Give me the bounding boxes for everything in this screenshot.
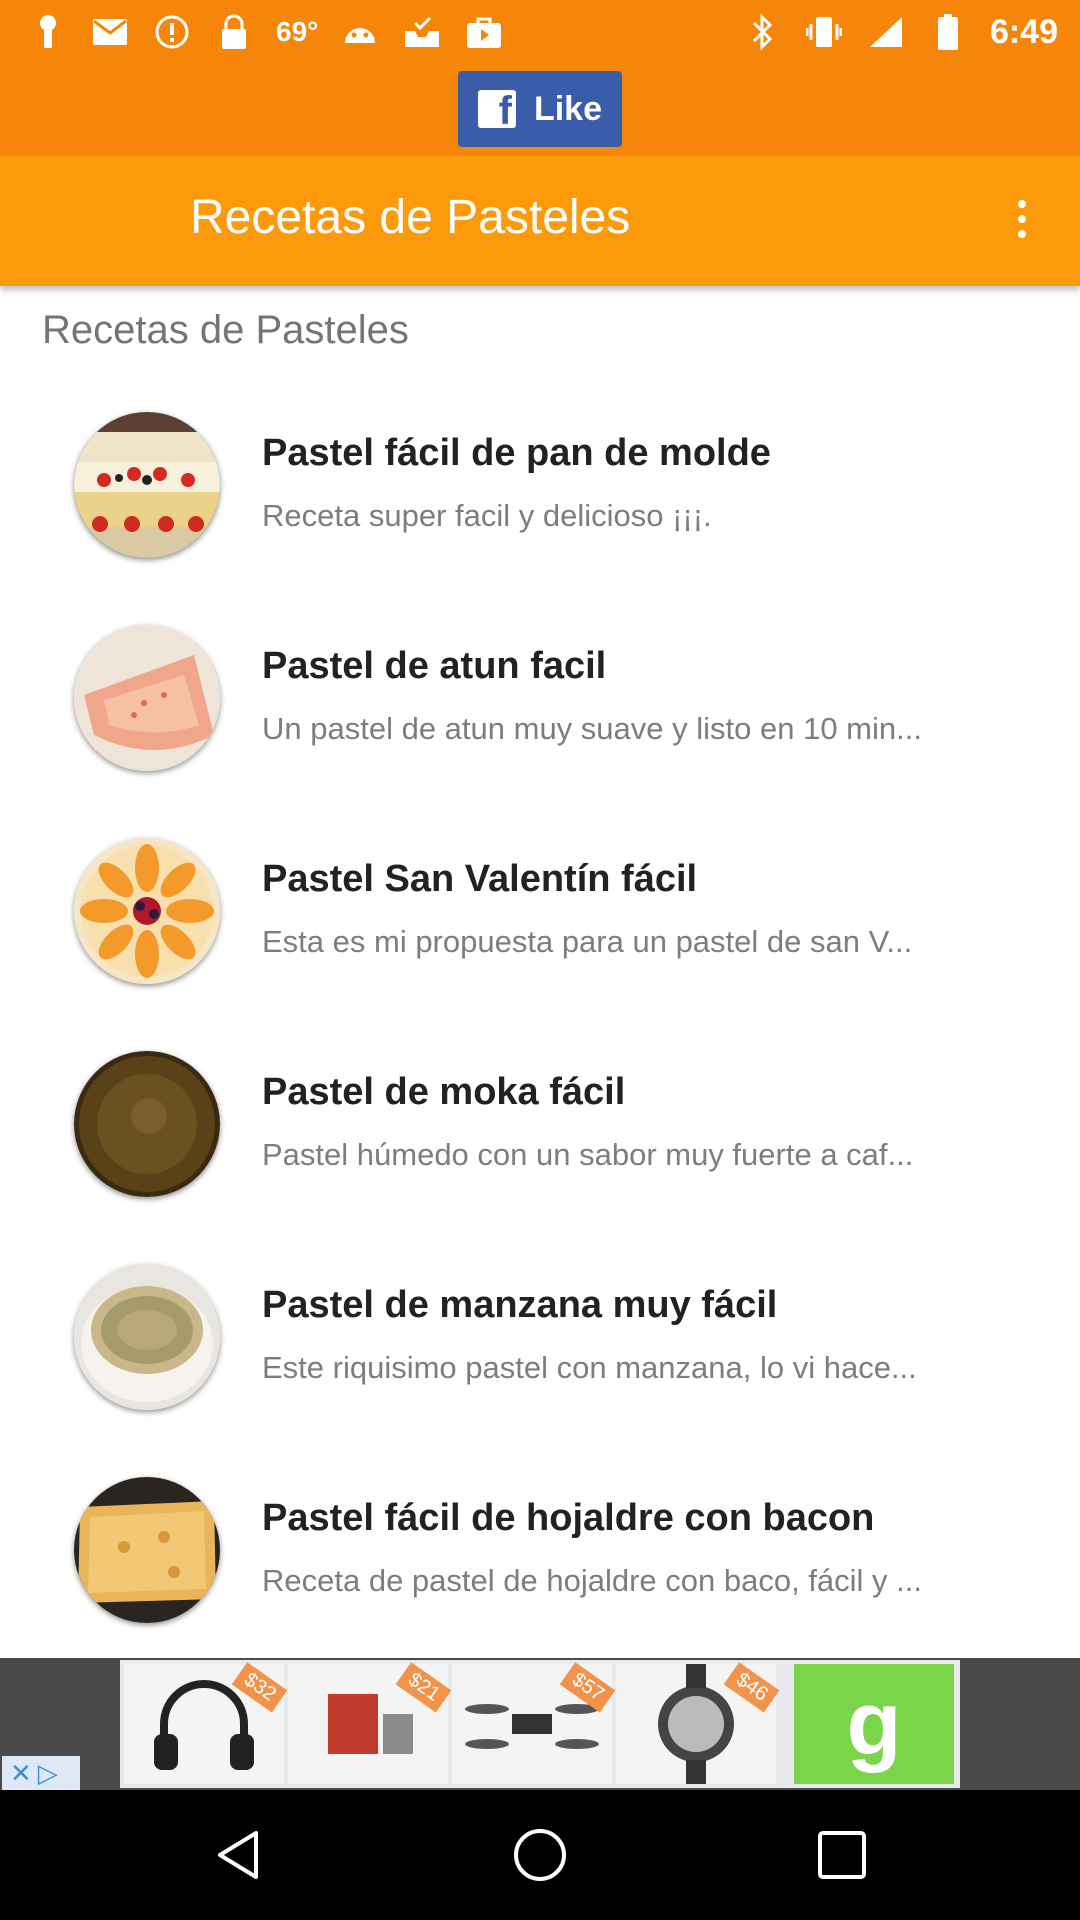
status-system: 6:49 [742,10,1058,54]
home-button[interactable] [510,1825,570,1885]
app-toolbar: Recetas de Pasteles [0,156,1080,286]
recipe-title: Pastel de manzana muy fácil [262,1284,778,1326]
recipe-title: Pastel fácil de hojaldre con bacon [262,1497,875,1539]
battery-icon [928,12,968,52]
list-item[interactable]: Pastel de moka fácil Pastel húmedo con u… [0,1019,1080,1232]
vibrate-icon [804,12,844,52]
alert-icon [152,12,192,52]
inbox-check-icon [402,12,442,52]
recipe-list: Pastel fácil de pan de molde Receta supe… [0,380,1080,1658]
shopping-bag-icon [464,12,504,52]
recipe-title: Pastel San Valentín fácil [262,858,698,900]
more-vert-icon [1018,200,1026,208]
recipe-title: Pastel de moka fácil [262,1071,626,1113]
lock-icon [214,12,254,52]
navigation-bar [0,1790,1080,1920]
close-icon: ✕ [10,1757,32,1788]
ad-product-headphones: $32 [124,1662,288,1784]
list-item[interactable]: Pastel de manzana muy fácil Este riquisi… [0,1232,1080,1445]
recipe-thumbnail [74,1477,220,1623]
app-title: Recetas de Pasteles [190,191,631,244]
bluetooth-icon [742,12,782,52]
section-title: Recetas de Pasteles [42,308,409,352]
recipe-title: Pastel fácil de pan de molde [262,432,771,474]
clock-text: 6:49 [989,12,1058,51]
recipe-title: Pastel de atun facil [262,645,607,687]
recents-button[interactable] [812,1825,872,1885]
status-bar: 69° 6:49 [0,0,1080,64]
temperature-text: 69° [276,16,319,47]
recents-icon [818,1831,866,1879]
mail-icon [90,12,130,52]
recipe-description: Esta es mi propuesta para un pastel de s… [262,924,913,959]
ad-product-drone: $57 [452,1662,616,1784]
ad-image[interactable]: $32 $21 $57 $46 g [120,1660,960,1788]
recipe-description: Receta super facil y delicioso ¡¡¡. [262,498,712,533]
status-notifications: 69° [28,10,504,54]
back-icon [218,1831,258,1879]
recipe-description: Un pastel de atun muy suave y listo en 1… [262,711,922,746]
keyhole-icon [28,12,68,52]
ad-close-button[interactable]: ✕ ▷ [2,1756,80,1790]
recipe-thumbnail [74,1264,220,1410]
more-vert-dot [1018,215,1026,223]
recipe-thumbnail [74,625,220,771]
list-item[interactable]: Pastel fácil de hojaldre con bacon Recet… [0,1445,1080,1658]
facebook-icon: f [477,90,516,131]
facebook-like-label: Like [533,89,603,128]
home-icon [514,1829,566,1881]
recipe-description: Receta de pastel de hojaldre con baco, f… [262,1563,923,1598]
back-button[interactable] [208,1825,268,1885]
recipe-thumbnail [74,1051,220,1197]
adchoices-icon: ▷ [37,1757,58,1788]
facebook-like-button[interactable]: f Like [458,71,622,147]
facebook-like-strip: f Like [0,64,1080,156]
ad-product-kitchen: $21 [288,1662,452,1784]
ad-product-watch: $46 [616,1662,780,1784]
ad-banner[interactable]: $32 $21 $57 $46 g ✕ ▷ [0,1658,1080,1790]
more-vert-dot [1018,230,1026,238]
recipe-thumbnail [74,838,220,984]
android-icon [340,12,380,52]
recipe-thumbnail [74,412,220,558]
overflow-menu-button[interactable] [1004,194,1040,244]
recipe-description: Pastel húmedo con un sabor muy fuerte a … [262,1137,914,1172]
ad-cta-button[interactable]: g [794,1664,954,1784]
recipe-description: Este riquisimo pastel con manzana, lo vi… [262,1350,917,1385]
signal-icon [866,12,906,52]
list-item[interactable]: Pastel San Valentín fácil Esta es mi pro… [0,806,1080,1019]
list-item[interactable]: Pastel de atun facil Un pastel de atun m… [0,593,1080,806]
list-item[interactable]: Pastel fácil de pan de molde Receta supe… [0,380,1080,593]
